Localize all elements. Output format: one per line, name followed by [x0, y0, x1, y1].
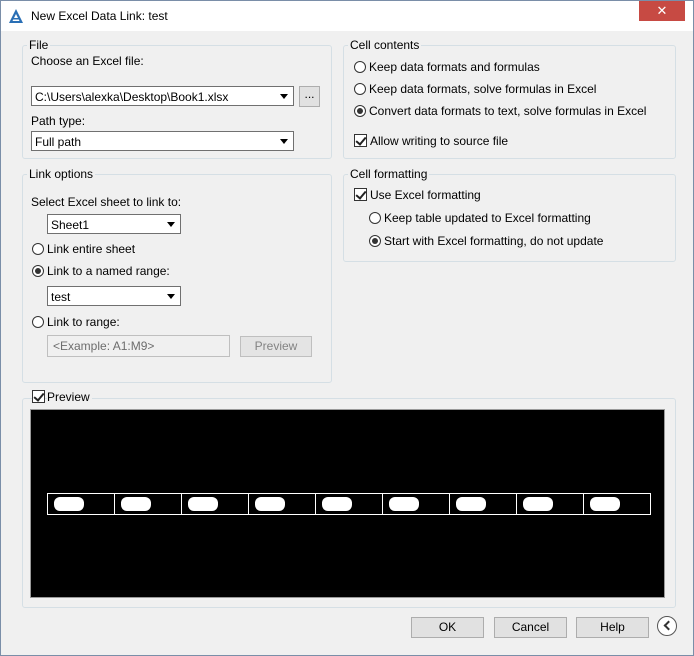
use-excel-formatting-checkbox[interactable] — [354, 188, 367, 201]
preview-checkbox[interactable] — [32, 390, 45, 403]
allow-writing-label[interactable]: Allow writing to source file — [370, 134, 508, 148]
path-type-value: Full path — [35, 135, 82, 149]
preview-table-cell — [517, 494, 584, 514]
chevron-down-icon — [280, 139, 288, 144]
link-entire-sheet-radio[interactable] — [32, 243, 44, 255]
cancel-button-label: Cancel — [511, 620, 550, 634]
file-group-label: File — [27, 38, 51, 52]
chevron-down-icon — [167, 294, 175, 299]
convert-to-text-label[interactable]: Convert data formats to text, solve form… — [369, 104, 646, 118]
preview-cell-content — [590, 497, 620, 511]
keep-table-updated-label[interactable]: Keep table updated to Excel formatting — [384, 211, 591, 225]
help-button-label: Help — [600, 620, 625, 634]
start-with-formatting-radio[interactable] — [369, 235, 381, 247]
preview-cell-content — [389, 497, 419, 511]
close-button[interactable]: ✕ — [639, 1, 685, 21]
sheet-value: Sheet1 — [51, 218, 90, 232]
preview-checkbox-label[interactable]: Preview — [47, 390, 92, 404]
link-named-range-label[interactable]: Link to a named range: — [47, 264, 170, 278]
title-bar[interactable]: New Excel Data Link: test ✕ — [1, 1, 693, 31]
preview-cell-content — [255, 497, 285, 511]
dialog-window: New Excel Data Link: test ✕ File Choose … — [0, 0, 694, 656]
allow-writing-checkbox[interactable] — [354, 134, 367, 147]
preview-table-cell — [48, 494, 115, 514]
excel-file-dropdown[interactable]: C:\Users\alexka\Desktop\Book1.xlsx — [31, 86, 294, 106]
collapse-chevron-left-icon[interactable] — [657, 616, 677, 636]
preview-cell-content — [188, 497, 218, 511]
preview-table-cell — [115, 494, 182, 514]
chevron-down-icon — [167, 222, 175, 227]
ok-button-label: OK — [438, 620, 457, 634]
preview-table-cell — [316, 494, 383, 514]
cancel-button[interactable]: Cancel — [494, 617, 567, 638]
named-range-dropdown[interactable]: test — [47, 286, 181, 306]
use-excel-formatting-label[interactable]: Use Excel formatting — [370, 188, 481, 202]
named-range-value: test — [51, 290, 71, 304]
path-type-dropdown[interactable]: Full path — [31, 131, 294, 151]
preview-table-cell — [450, 494, 517, 514]
preview-cell-content — [121, 497, 151, 511]
link-options-group-label: Link options — [27, 167, 96, 181]
choose-file-label: Choose an Excel file: — [31, 54, 144, 68]
preview-canvas — [30, 409, 665, 598]
range-input-field[interactable] — [48, 336, 229, 356]
preview-table-cell — [249, 494, 316, 514]
range-input[interactable] — [47, 335, 230, 357]
keep-formats-solve-label[interactable]: Keep data formats, solve formulas in Exc… — [369, 82, 596, 96]
ok-button[interactable]: OK — [411, 617, 484, 638]
path-type-label: Path type: — [31, 114, 86, 128]
link-entire-sheet-label[interactable]: Link entire sheet — [47, 242, 135, 256]
chevron-down-icon — [280, 94, 288, 99]
preview-table — [47, 493, 651, 515]
cell-contents-group-label: Cell contents — [348, 38, 422, 52]
autocad-app-icon — [9, 9, 23, 23]
start-with-formatting-label[interactable]: Start with Excel formatting, do not upda… — [384, 234, 603, 248]
link-named-range-radio[interactable] — [32, 265, 44, 277]
close-icon: ✕ — [656, 3, 668, 18]
help-button[interactable]: Help — [576, 617, 649, 638]
preview-table-cell — [584, 494, 650, 514]
window-title: New Excel Data Link: test — [31, 9, 168, 23]
keep-formats-formulas-radio[interactable] — [354, 61, 366, 73]
link-range-radio[interactable] — [32, 316, 44, 328]
preview-table-cell — [383, 494, 450, 514]
preview-cell-content — [322, 497, 352, 511]
range-preview-button[interactable]: Preview — [240, 336, 312, 357]
sheet-dropdown[interactable]: Sheet1 — [47, 214, 181, 234]
preview-table-cell — [182, 494, 249, 514]
select-sheet-label: Select Excel sheet to link to: — [31, 195, 182, 209]
keep-formats-solve-radio[interactable] — [354, 83, 366, 95]
convert-to-text-radio[interactable] — [354, 105, 366, 117]
preview-cell-content — [54, 497, 84, 511]
range-preview-button-label: Preview — [254, 339, 298, 353]
browse-button[interactable]: ... — [299, 86, 320, 107]
excel-file-value: C:\Users\alexka\Desktop\Book1.xlsx — [35, 90, 229, 104]
cell-formatting-group-label: Cell formatting — [348, 167, 430, 181]
preview-cell-content — [523, 497, 553, 511]
link-range-label[interactable]: Link to range: — [47, 315, 120, 329]
keep-formats-formulas-label[interactable]: Keep data formats and formulas — [369, 60, 540, 74]
keep-table-updated-radio[interactable] — [369, 212, 381, 224]
preview-cell-content — [456, 497, 486, 511]
browse-button-label: ... — [304, 87, 315, 101]
